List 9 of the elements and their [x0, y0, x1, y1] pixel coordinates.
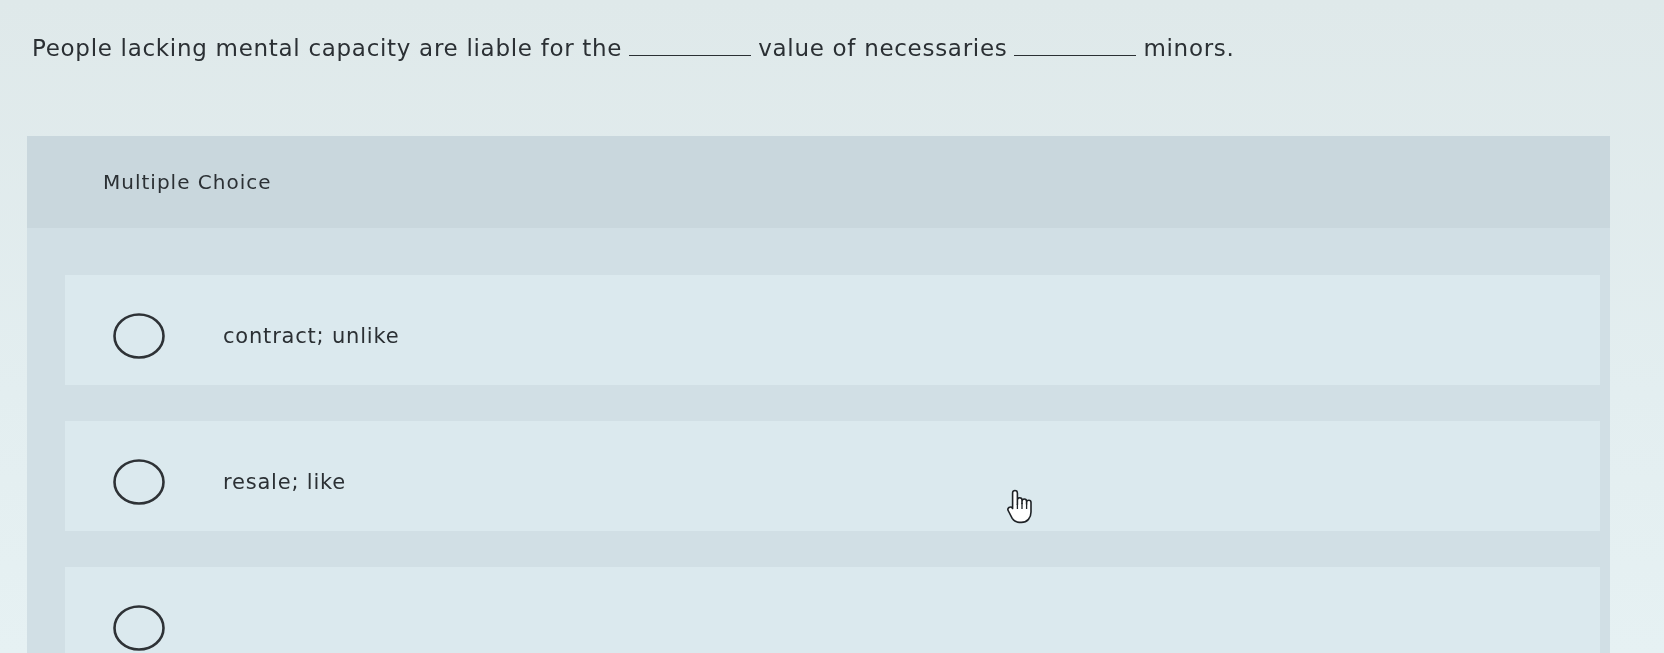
question-text: People lacking mental capacity are liable for the: [32, 35, 623, 61]
radio-button[interactable]: [113, 459, 165, 505]
question-text: value of necessaries: [758, 35, 1008, 61]
answer-option[interactable]: resale; like: [65, 421, 1600, 531]
answer-option[interactable]: contract; unlike: [65, 275, 1600, 385]
radio-button[interactable]: [113, 605, 165, 651]
radio-button[interactable]: [113, 313, 165, 359]
question-text: minors.: [1143, 35, 1235, 61]
question-type-label: Multiple Choice: [103, 170, 272, 194]
